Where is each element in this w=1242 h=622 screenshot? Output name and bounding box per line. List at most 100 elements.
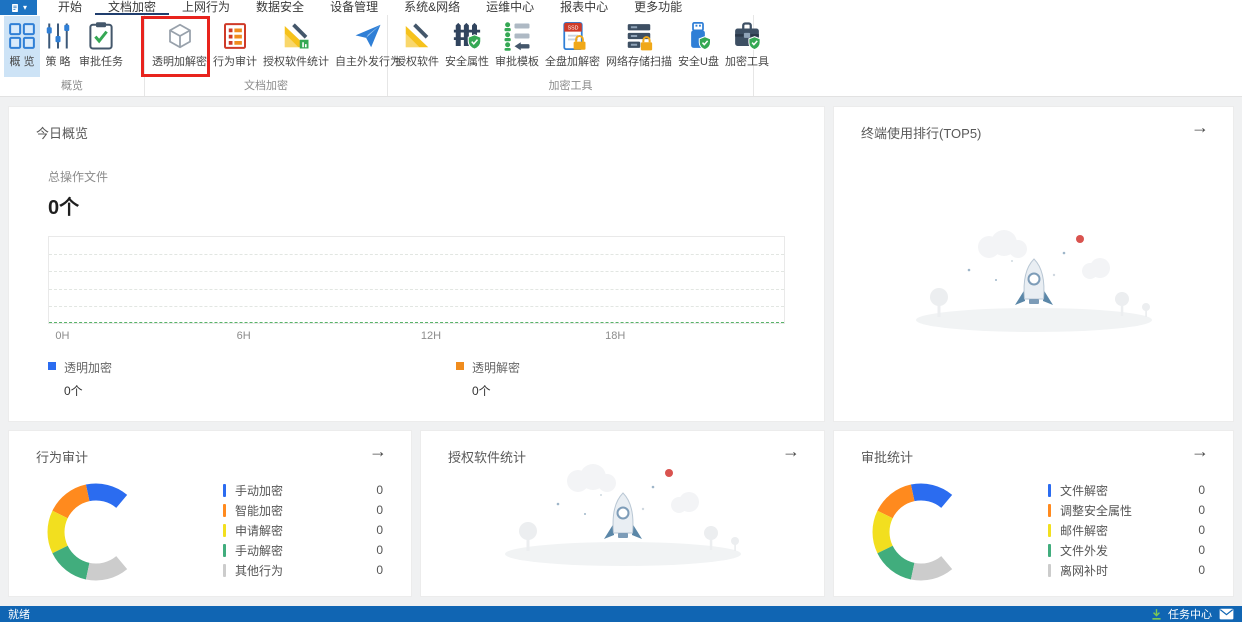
card-title: 今日概览 [36, 126, 89, 141]
legend-value: 0 [376, 503, 383, 517]
legend-item-mail-decrypt[interactable]: 邮件解密 0 [1048, 520, 1205, 540]
legend-label: 其他行为 [235, 563, 284, 578]
ribbon-button-secure-usb[interactable]: 安全U盘 [675, 16, 722, 77]
secure-usb-icon [683, 21, 713, 51]
message-envelope-icon[interactable] [1219, 608, 1234, 620]
legend-item-file-decrypt[interactable]: 文件解密 0 [1048, 480, 1205, 500]
legend-item-file-outgoing[interactable]: 文件外发 0 [1048, 540, 1205, 560]
ribbon-button-overview[interactable]: 概 览 [4, 16, 40, 77]
legend-value: 0 [1198, 523, 1205, 537]
ssd-label: SSD [567, 26, 578, 32]
menu-tab-report-center[interactable]: 报表中心 [547, 0, 621, 15]
legend-item-smart-encrypt[interactable]: 智能加密 0 [223, 500, 383, 520]
behavior-audit-donut-chart [40, 476, 152, 588]
ribbon-button-licensed-software-stats[interactable]: 授权软件统计 [260, 16, 332, 77]
legend-marker [1048, 523, 1051, 537]
card-today-overview: 今日概览 总操作文件 0个 0H 6H 12H 18H 透明加密 0个 透明解密… [8, 106, 825, 422]
menu-tab-document-encryption[interactable]: 文档加密 [95, 0, 170, 15]
task-center-button[interactable]: 任务中心 [1150, 606, 1212, 622]
legend-label: 智能加密 [235, 503, 284, 518]
app-menu-button[interactable]: ▾ [0, 0, 37, 15]
legend-item-manual-decrypt[interactable]: 手动解密 0 [223, 540, 383, 560]
legend-marker [1048, 543, 1051, 557]
ribbon-button-label: 授权软件统计 [263, 56, 329, 68]
legend-marker [223, 523, 226, 537]
legend-marker [48, 362, 56, 370]
hourly-line-chart [48, 236, 785, 324]
legend-item-transparent-encrypt[interactable]: 透明加密 0个 [48, 359, 112, 399]
policy-sliders-icon [43, 21, 73, 51]
line-chart-legend: 透明加密 0个 透明解密 0个 [48, 359, 784, 405]
grid-overview-icon [7, 21, 37, 51]
card-terminal-usage-rank: 终端使用排行(TOP5) → [833, 106, 1234, 422]
ribbon-button-policy[interactable]: 策 略 [40, 16, 76, 77]
x-tick: 12H [420, 330, 442, 342]
document-icon [12, 3, 18, 12]
ribbon-button-licensed-software[interactable]: 授权软件 [392, 16, 442, 77]
legend-label: 手动解密 [235, 543, 284, 558]
ribbon-button-approval-task[interactable]: 审批任务 [76, 16, 126, 77]
arrow-right-icon[interactable]: → [1191, 442, 1209, 460]
legend-item-transparent-decrypt[interactable]: 透明解密 0个 [456, 359, 520, 399]
ribbon-button-label: 安全属性 [445, 56, 489, 68]
legend-item-adjust-security-attribute[interactable]: 调整安全属性 0 [1048, 500, 1205, 520]
legend-item-offline-time-extension[interactable]: 离网补时 0 [1048, 560, 1205, 580]
arrow-right-icon[interactable]: → [1191, 118, 1209, 136]
menu-tabs: 开始 文档加密 上网行为 数据安全 设备管理 系统&网络 运维中心 报表中心 更… [45, 0, 695, 15]
ribbon-button-network-storage-scan[interactable]: 网络存储扫描 [603, 16, 675, 77]
legend-value: 0 [376, 483, 383, 497]
arrow-right-icon[interactable]: → [369, 442, 387, 460]
legend-item-manual-encrypt[interactable]: 手动加密 0 [223, 480, 383, 500]
legend-marker [223, 483, 226, 497]
legend-item-other-behavior[interactable]: 其他行为 0 [223, 560, 383, 580]
menu-tab-data-security[interactable]: 数据安全 [243, 0, 317, 15]
legend-marker [223, 563, 226, 577]
licensed-software-stats-icon [281, 21, 311, 51]
ribbon-button-transparent-encryption[interactable]: 透明加解密 [149, 16, 210, 77]
ribbon-button-label: 审批模板 [495, 56, 539, 68]
menu-bar: ▾ 开始 文档加密 上网行为 数据安全 设备管理 系统&网络 运维中心 报表中心… [0, 0, 1242, 15]
ribbon-group-encryption-tools: 授权软件 安全属性 审批模板 SSD 全盘加解密 网络存储扫描 安全U盘 加密工… [388, 15, 769, 96]
ribbon: 概 览 策 略 审批任务 概览 透明加解密 行为审计 授权软件统计 自主外发行为… [0, 15, 1242, 97]
menu-tab-more-functions[interactable]: 更多功能 [621, 0, 695, 15]
approval-task-clipboard-icon [86, 21, 116, 51]
legend-marker [1048, 563, 1051, 577]
legend-label: 手动加密 [235, 483, 284, 498]
approval-stats-donut-chart [865, 476, 977, 588]
legend-label: 申请解密 [235, 523, 284, 538]
menu-tab-start[interactable]: 开始 [45, 0, 95, 15]
ribbon-button-security-attribute[interactable]: 安全属性 [442, 16, 492, 77]
ribbon-button-full-disk-encryption[interactable]: SSD 全盘加解密 [542, 16, 603, 77]
ribbon-group-label: 文档加密 [244, 80, 288, 92]
card-behavior-audit: 行为审计 → 手动加密 0 智能加密 0 申请解密 0 手动解密 0 其他行为 … [8, 430, 412, 597]
metric-label: 总操作文件 [48, 170, 109, 184]
legend-marker [223, 543, 226, 557]
legend-label: 透明加密 [64, 361, 113, 375]
legend-value: 0 [1198, 543, 1205, 557]
rocket-empty-state-illustration [505, 464, 741, 566]
x-axis-ticks: 0H 6H 12H 18H [48, 330, 785, 344]
legend-value: 0个 [472, 384, 491, 398]
menu-tab-system-network[interactable]: 系统&网络 [391, 0, 473, 15]
ribbon-button-behavior-audit[interactable]: 行为审计 [210, 16, 260, 77]
legend-value: 0个 [64, 384, 83, 398]
metric-value: 0个 [48, 197, 80, 219]
outgoing-paper-plane-icon [353, 21, 383, 51]
legend-label: 文件外发 [1060, 543, 1109, 558]
legend-value: 0 [376, 543, 383, 557]
arrow-right-icon[interactable]: → [782, 442, 800, 460]
security-attribute-fence-icon [452, 21, 482, 51]
ribbon-button-approval-template[interactable]: 审批模板 [492, 16, 542, 77]
card-title: 审批统计 [861, 450, 914, 465]
menu-tab-device-management[interactable]: 设备管理 [317, 0, 391, 15]
menu-tab-ops-center[interactable]: 运维中心 [473, 0, 547, 15]
legend-marker [456, 362, 464, 370]
card-licensed-software-stats: 授权软件统计 → [420, 430, 825, 597]
ribbon-button-label: 概 览 [9, 56, 35, 68]
menu-tab-internet-behavior[interactable]: 上网行为 [169, 0, 243, 15]
legend-item-request-decrypt[interactable]: 申请解密 0 [223, 520, 383, 540]
download-icon [1152, 608, 1161, 620]
x-tick: 18H [605, 330, 626, 342]
x-tick: 0H [55, 330, 70, 342]
ribbon-button-label: 策 略 [45, 56, 71, 68]
